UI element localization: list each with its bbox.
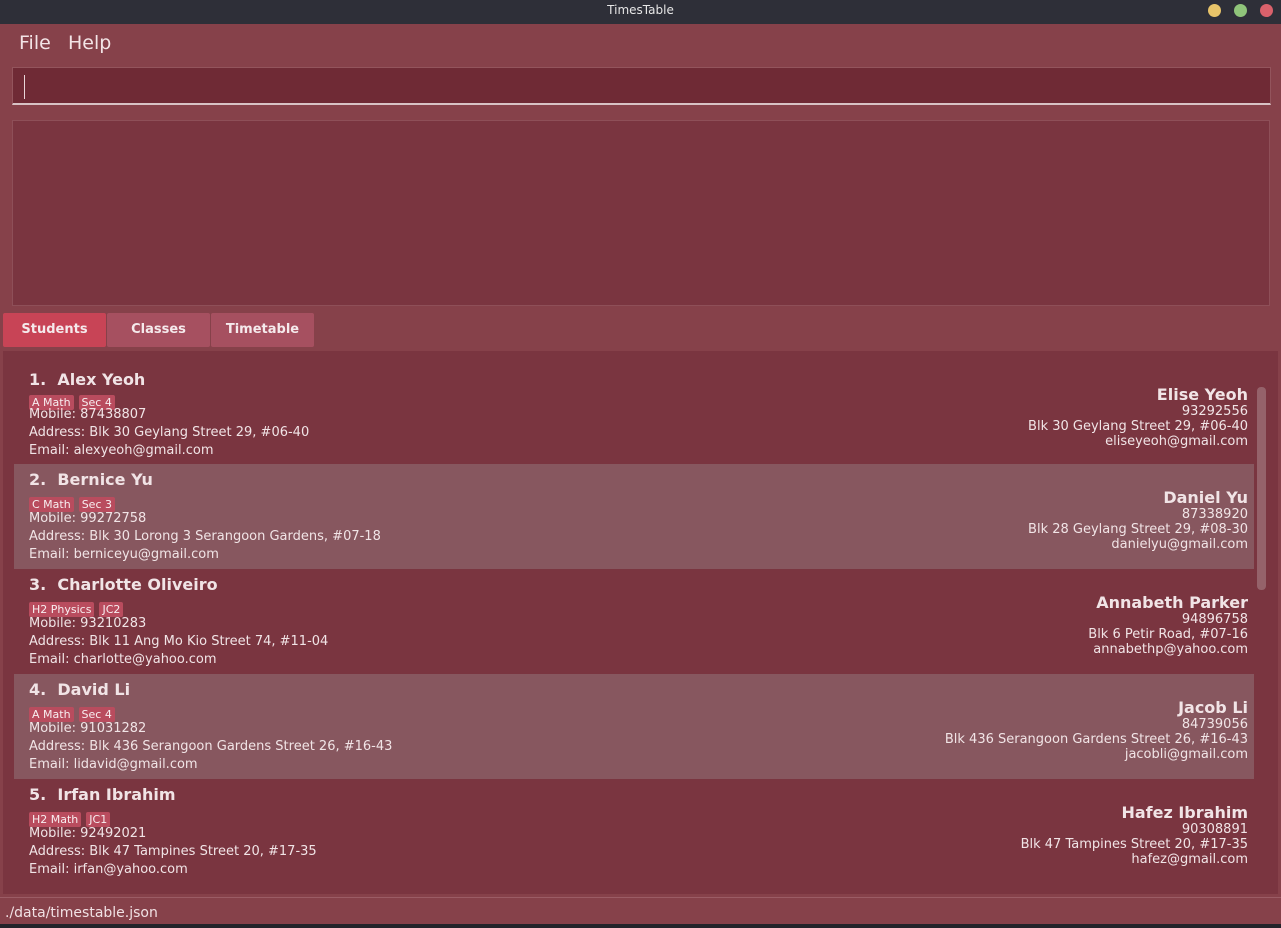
maximize-icon[interactable] xyxy=(1234,4,1247,17)
student-mobile: Mobile: 87438807 xyxy=(29,407,147,422)
parent-name: Annabeth Parker xyxy=(1096,593,1248,612)
student-name-text: Alex Yeoh xyxy=(57,370,146,389)
title-bar: TimesTable xyxy=(0,0,1281,24)
student-mobile: Mobile: 93210283 xyxy=(29,616,147,631)
student-index: 4. xyxy=(29,680,47,699)
window-title: TimesTable xyxy=(607,3,674,17)
level-tag: JC1 xyxy=(86,812,111,827)
subject-tag: A Math xyxy=(29,707,74,722)
parent-name: Hafez Ibrahim xyxy=(1121,803,1248,822)
minimize-icon[interactable] xyxy=(1208,4,1221,17)
parent-address: Blk 6 Petir Road, #07-16 xyxy=(1088,627,1248,642)
student-card[interactable]: 4. David Li A Math Sec 4 Mobile: 91031282… xyxy=(14,674,1254,779)
parent-address: Blk 28 Geylang Street 29, #08-30 xyxy=(1028,522,1248,537)
student-mobile: Mobile: 91031282 xyxy=(29,721,147,736)
app-window: File Help Students Classes Timetable 1. … xyxy=(0,24,1281,928)
student-name: 1. Alex Yeoh xyxy=(29,370,145,389)
tab-students[interactable]: Students xyxy=(3,313,106,347)
student-name: 2. Bernice Yu xyxy=(29,470,153,489)
parent-email: jacobli@gmail.com xyxy=(1124,747,1248,762)
student-index: 3. xyxy=(29,575,47,594)
subject-tag: H2 Math xyxy=(29,812,82,827)
parent-name: Jacob Li xyxy=(1178,698,1248,717)
tag-list: A Math Sec 4 xyxy=(29,391,120,410)
parent-phone: 94896758 xyxy=(1181,612,1248,627)
student-mobile: Mobile: 92492021 xyxy=(29,826,147,841)
subject-tag: H2 Physics xyxy=(29,602,95,617)
parent-email: danielyu@gmail.com xyxy=(1111,537,1248,552)
menu-help[interactable]: Help xyxy=(68,32,111,54)
subject-tag: C Math xyxy=(29,497,74,512)
student-name-text: Irfan Ibrahim xyxy=(57,785,176,804)
parent-info: Jacob Li 84739056 Blk 436 Serangoon Gard… xyxy=(945,698,1248,762)
parent-info: Hafez Ibrahim 90308891 Blk 47 Tampines S… xyxy=(1021,803,1248,867)
text-caret xyxy=(24,75,25,99)
parent-info: Elise Yeoh 93292556 Blk 30 Geylang Stree… xyxy=(1028,385,1248,449)
student-name: 4. David Li xyxy=(29,680,130,699)
student-address: Address: Blk 30 Lorong 3 Serangoon Garde… xyxy=(29,529,381,544)
menu-bar: File Help xyxy=(0,24,1281,62)
student-name-text: Charlotte Oliveiro xyxy=(57,575,218,594)
student-mobile: Mobile: 99272758 xyxy=(29,511,147,526)
student-address: Address: Blk 11 Ang Mo Kio Street 74, #1… xyxy=(29,634,329,649)
parent-phone: 84739056 xyxy=(1181,717,1248,732)
parent-address: Blk 47 Tampines Street 20, #17-35 xyxy=(1020,837,1248,852)
parent-phone: 87338920 xyxy=(1181,507,1248,522)
student-name: 5. Irfan Ibrahim xyxy=(29,785,176,804)
student-index: 5. xyxy=(29,785,47,804)
student-email: Email: irfan@yahoo.com xyxy=(29,862,188,877)
student-email: Email: berniceyu@gmail.com xyxy=(29,547,219,562)
student-card[interactable]: 3. Charlotte Oliveiro H2 Physics JC2 Mobi… xyxy=(14,574,1254,679)
parent-address: Blk 30 Geylang Street 29, #06-40 xyxy=(1028,419,1248,434)
student-address: Address: Blk 436 Serangoon Gardens Stree… xyxy=(29,739,393,754)
tab-timetable[interactable]: Timetable xyxy=(211,313,314,347)
level-tag: Sec 3 xyxy=(78,497,115,512)
student-index: 1. xyxy=(29,370,47,389)
student-list[interactable]: 1. Alex Yeoh A Math Sec 4 Mobile: 8743880… xyxy=(3,351,1278,894)
scrollbar-thumb[interactable] xyxy=(1257,387,1266,590)
result-display xyxy=(12,120,1270,306)
command-input[interactable] xyxy=(12,67,1271,105)
level-tag: JC2 xyxy=(99,602,124,617)
parent-info: Daniel Yu 87338920 Blk 28 Geylang Street… xyxy=(1028,488,1248,552)
student-address: Address: Blk 47 Tampines Street 20, #17-… xyxy=(29,844,317,859)
tab-bar: Students Classes Timetable xyxy=(0,312,1281,348)
tag-list: H2 Math JC1 xyxy=(29,808,115,827)
tag-list: A Math Sec 4 xyxy=(29,703,120,722)
parent-name: Daniel Yu xyxy=(1163,488,1248,507)
tab-classes[interactable]: Classes xyxy=(107,313,210,347)
parent-phone: 93292556 xyxy=(1181,404,1248,419)
student-email: Email: lidavid@gmail.com xyxy=(29,757,198,772)
close-icon[interactable] xyxy=(1260,4,1273,17)
parent-address: Blk 436 Serangoon Gardens Street 26, #16… xyxy=(944,732,1248,747)
parent-email: hafez@gmail.com xyxy=(1131,852,1248,867)
student-index: 2. xyxy=(29,470,47,489)
parent-name: Elise Yeoh xyxy=(1156,385,1248,404)
student-name-text: Bernice Yu xyxy=(57,470,153,489)
student-card[interactable]: 1. Alex Yeoh A Math Sec 4 Mobile: 8743880… xyxy=(14,365,1254,470)
parent-email: eliseyeoh@gmail.com xyxy=(1105,434,1248,449)
student-email: Email: alexyeoh@gmail.com xyxy=(29,443,214,458)
parent-info: Annabeth Parker 94896758 Blk 6 Petir Roa… xyxy=(1088,593,1248,657)
student-card[interactable]: 5. Irfan Ibrahim H2 Math JC1 Mobile: 9249… xyxy=(14,784,1254,889)
student-address: Address: Blk 30 Geylang Street 29, #06-4… xyxy=(29,425,310,440)
menu-file[interactable]: File xyxy=(19,32,51,54)
level-tag: Sec 4 xyxy=(78,707,115,722)
student-name: 3. Charlotte Oliveiro xyxy=(29,575,218,594)
student-name-text: David Li xyxy=(57,680,131,699)
student-email: Email: charlotte@yahoo.com xyxy=(29,652,217,667)
data-file-path: ./data/timestable.json xyxy=(5,905,158,921)
tag-list: H2 Physics JC2 xyxy=(29,598,128,617)
command-area xyxy=(0,62,1281,112)
parent-phone: 90308891 xyxy=(1181,822,1248,837)
bottom-strip xyxy=(0,924,1281,928)
parent-email: annabethp@yahoo.com xyxy=(1093,642,1248,657)
student-card[interactable]: 2. Bernice Yu C Math Sec 3 Mobile: 992727… xyxy=(14,464,1254,569)
tag-list: C Math Sec 3 xyxy=(29,493,120,512)
